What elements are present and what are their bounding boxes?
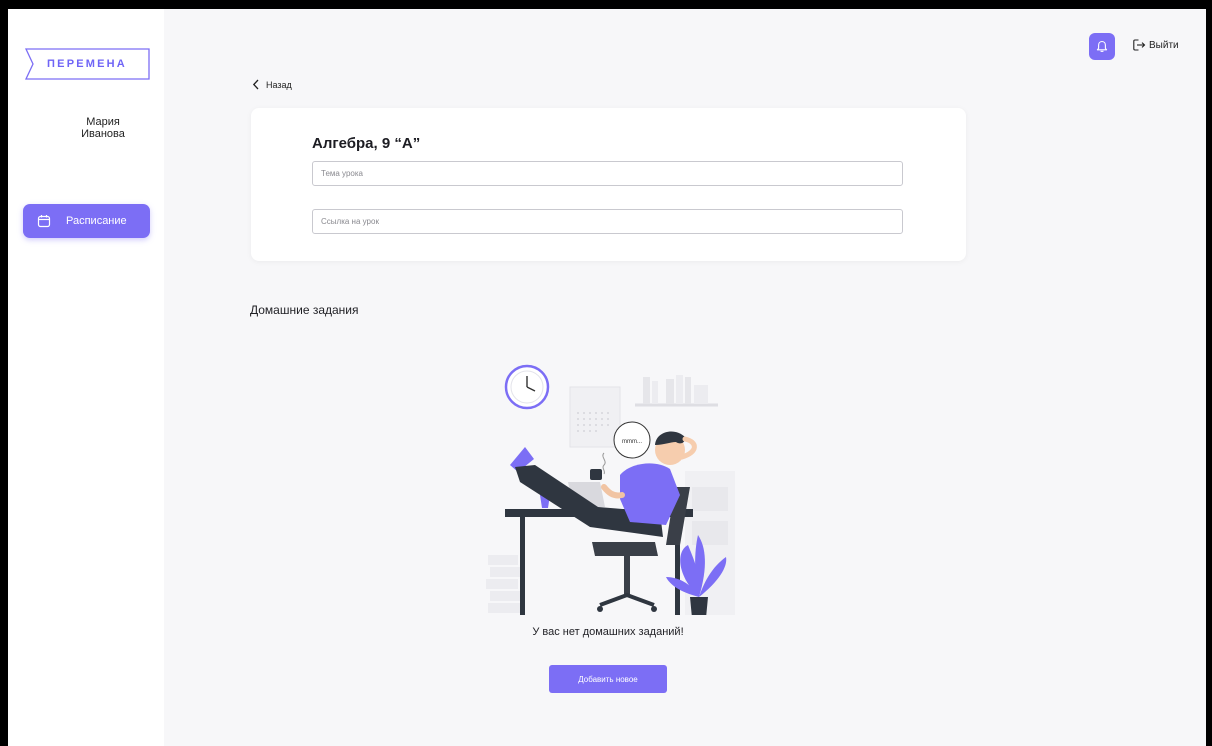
logo[interactable]: ПЕРЕМЕНА bbox=[24, 48, 150, 80]
back-label: Назад bbox=[266, 79, 292, 90]
app-window: ПЕРЕМЕНА Мария Иванова Расписание Выйти … bbox=[8, 9, 1206, 746]
lesson-topic-input[interactable] bbox=[312, 161, 903, 186]
bell-icon bbox=[1096, 40, 1108, 53]
add-homework-button[interactable]: Добавить новое bbox=[549, 665, 667, 693]
homework-section-title: Домашние задания bbox=[250, 303, 359, 317]
lesson-title: Алгебра, 9 “А” bbox=[312, 135, 421, 152]
paper-stack bbox=[486, 555, 520, 613]
logo-text: ПЕРЕМЕНА bbox=[47, 58, 127, 70]
user-first-name: Мария bbox=[86, 116, 120, 128]
notifications-button[interactable] bbox=[1089, 33, 1115, 60]
sidebar-item-schedule[interactable]: Расписание bbox=[23, 204, 150, 238]
chevron-left-icon bbox=[252, 79, 260, 90]
logout-label: Выйти bbox=[1149, 39, 1179, 51]
sidebar-item-label: Расписание bbox=[66, 215, 127, 227]
user-name: Мария Иванова bbox=[58, 116, 148, 140]
svg-text:mmm...: mmm... bbox=[622, 439, 642, 445]
empty-homework-message: У вас нет домашних заданий! bbox=[532, 626, 684, 638]
lesson-card: Алгебра, 9 “А” bbox=[251, 108, 966, 261]
speech-bubble: mmm... bbox=[613, 421, 651, 459]
back-link[interactable]: Назад bbox=[252, 79, 292, 90]
logout-button[interactable]: Выйти bbox=[1132, 38, 1179, 52]
wall-calendar bbox=[569, 386, 621, 448]
empty-state-illustration: mmm... bbox=[486, 364, 735, 615]
logout-icon bbox=[1132, 38, 1146, 52]
user-last-name: Иванова bbox=[81, 128, 125, 140]
sidebar: ПЕРЕМЕНА Мария Иванова Расписание bbox=[8, 9, 164, 746]
lesson-link-input[interactable] bbox=[312, 209, 903, 234]
calendar-icon bbox=[37, 214, 51, 228]
bookshelf bbox=[635, 375, 718, 407]
clock-icon bbox=[504, 364, 550, 410]
